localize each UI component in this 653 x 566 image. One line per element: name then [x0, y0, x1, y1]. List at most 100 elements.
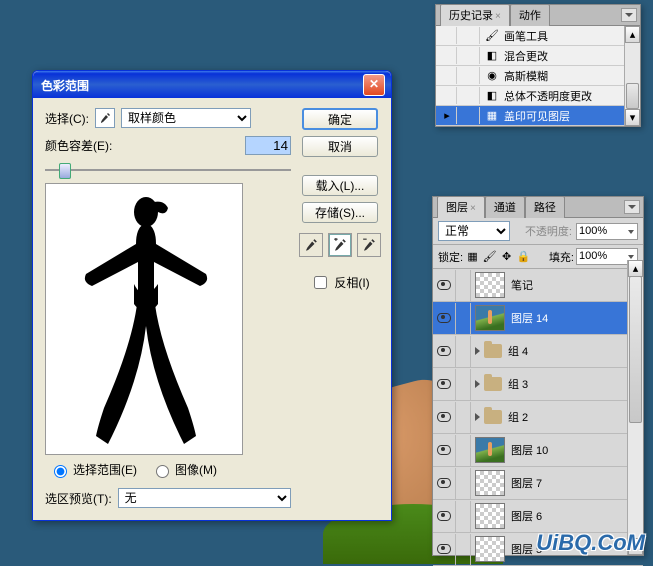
- tab-layers[interactable]: 图层×: [437, 196, 485, 218]
- layer-thumbnail[interactable]: [475, 305, 505, 331]
- visibility-toggle[interactable]: [433, 468, 456, 499]
- scroll-up-icon[interactable]: ▴: [625, 26, 640, 43]
- lock-label: 锁定:: [438, 249, 463, 265]
- watermark: UiBQ.CoM: [536, 530, 645, 556]
- tab-history[interactable]: 历史记录×: [440, 4, 510, 26]
- tab-paths[interactable]: 路径: [525, 196, 565, 218]
- opacity-input[interactable]: 100%: [576, 223, 638, 240]
- invert-checkbox[interactable]: 反相(I): [310, 273, 369, 292]
- eye-icon: [437, 412, 451, 422]
- history-item[interactable]: 🖌画笔工具: [436, 26, 640, 46]
- stamp-icon: ▦: [484, 109, 500, 123]
- visibility-toggle[interactable]: [433, 270, 456, 301]
- visibility-toggle[interactable]: [433, 534, 456, 565]
- selection-preview-select[interactable]: 无: [118, 488, 291, 508]
- history-item[interactable]: ◧混合更改: [436, 46, 640, 66]
- color-range-dialog: 色彩范围 ✕ 选择(C): 取样颜色 颜色容差(E):: [32, 70, 392, 521]
- scroll-up-icon[interactable]: ▴: [628, 260, 643, 277]
- layer-name: 笔记: [511, 277, 533, 293]
- layer-row[interactable]: 图层 7: [433, 467, 643, 500]
- panel-menu-icon[interactable]: [621, 8, 637, 22]
- blur-icon: ◉: [484, 69, 500, 83]
- eye-icon: [437, 379, 451, 389]
- scroll-down-icon[interactable]: ▾: [625, 109, 640, 126]
- dialog-title: 色彩范围: [41, 77, 363, 94]
- visibility-toggle[interactable]: [433, 435, 456, 466]
- visibility-toggle[interactable]: [433, 336, 456, 367]
- chevron-right-icon[interactable]: [475, 380, 480, 388]
- layer-thumbnail[interactable]: [475, 272, 505, 298]
- layer-name: 组 4: [508, 343, 528, 359]
- layers-panel: 图层× 通道 路径 正常 不透明度: 100% 锁定: ▦ 🖌 ✥ 🔒 填充: …: [432, 196, 644, 556]
- chevron-right-icon[interactable]: [475, 347, 480, 355]
- selection-preview-label: 选区预览(T):: [45, 490, 112, 507]
- visibility-toggle[interactable]: [433, 501, 456, 532]
- eyedropper-sample-icon[interactable]: [299, 233, 323, 257]
- layer-row[interactable]: 图层 14: [433, 302, 643, 335]
- chevron-right-icon[interactable]: [475, 413, 480, 421]
- close-icon[interactable]: ✕: [363, 74, 385, 96]
- eye-icon: [437, 544, 451, 554]
- layer-name: 组 2: [508, 409, 528, 425]
- history-item[interactable]: ◉高斯模糊: [436, 66, 640, 86]
- folder-icon: [484, 344, 502, 358]
- history-list: 🖌画笔工具 ◧混合更改 ◉高斯模糊 ◧总体不透明度更改 ▸▦盖印可见图层: [436, 26, 640, 126]
- layer-name: 图层 10: [511, 442, 548, 458]
- layer-thumbnail[interactable]: [475, 503, 505, 529]
- eye-icon: [437, 280, 451, 290]
- brush-icon: 🖌: [484, 29, 500, 43]
- fuzziness-input[interactable]: [245, 136, 291, 155]
- layer-row[interactable]: 组 2: [433, 401, 643, 434]
- lock-position-icon[interactable]: ✥: [499, 249, 514, 264]
- folder-icon: [484, 377, 502, 391]
- lock-all-icon[interactable]: 🔒: [516, 249, 531, 264]
- visibility-toggle[interactable]: [433, 402, 456, 433]
- cancel-button[interactable]: 取消: [302, 136, 378, 157]
- history-item[interactable]: ◧总体不透明度更改: [436, 86, 640, 106]
- radio-image[interactable]: 图像(M): [151, 461, 217, 478]
- slider-thumb[interactable]: [59, 163, 71, 179]
- layer-row[interactable]: 笔记: [433, 269, 643, 302]
- tab-channels[interactable]: 通道: [485, 196, 525, 218]
- opacity-icon: ◧: [484, 89, 500, 103]
- eye-icon: [437, 346, 451, 356]
- layer-name: 图层 6: [511, 508, 542, 524]
- layers-scrollbar[interactable]: ▴ ▾: [627, 260, 643, 555]
- opacity-label: 不透明度:: [525, 223, 572, 239]
- blend-mode-select[interactable]: 正常: [438, 221, 510, 241]
- eyedropper-add-icon[interactable]: [328, 233, 352, 257]
- fill-label: 填充:: [549, 249, 574, 265]
- radio-selection[interactable]: 选择范围(E): [49, 461, 137, 478]
- select-label: 选择(C):: [45, 110, 89, 127]
- load-button[interactable]: 载入(L)...: [302, 175, 378, 196]
- folder-icon: [484, 410, 502, 424]
- save-button[interactable]: 存储(S)...: [302, 202, 378, 223]
- blend-icon: ◧: [484, 49, 500, 63]
- layer-thumbnail[interactable]: [475, 470, 505, 496]
- layer-row[interactable]: 组 4: [433, 335, 643, 368]
- eyedropper-subtract-icon[interactable]: [357, 233, 381, 257]
- history-scrollbar[interactable]: ▴ ▾: [624, 26, 640, 126]
- layer-name: 图层 7: [511, 475, 542, 491]
- visibility-toggle[interactable]: [433, 303, 456, 334]
- lock-paint-icon[interactable]: 🖌: [482, 249, 497, 264]
- layer-row[interactable]: 图层 10: [433, 434, 643, 467]
- eye-icon: [437, 478, 451, 488]
- dialog-titlebar[interactable]: 色彩范围 ✕: [33, 71, 391, 98]
- layer-thumbnail[interactable]: [475, 437, 505, 463]
- tab-actions[interactable]: 动作: [510, 4, 550, 26]
- selection-preview: [45, 183, 243, 455]
- eye-icon: [437, 313, 451, 323]
- sampling-select[interactable]: 取样颜色: [121, 108, 251, 128]
- layer-row[interactable]: 组 3: [433, 368, 643, 401]
- lock-transparency-icon[interactable]: ▦: [465, 249, 480, 264]
- ok-button[interactable]: 确定: [302, 108, 378, 130]
- layer-row[interactable]: 图层 6: [433, 500, 643, 533]
- panel-menu-icon[interactable]: [624, 200, 640, 214]
- visibility-toggle[interactable]: [433, 369, 456, 400]
- eye-icon: [437, 511, 451, 521]
- eye-icon: [437, 445, 451, 455]
- history-item[interactable]: ▸▦盖印可见图层: [436, 106, 640, 126]
- layer-thumbnail[interactable]: [475, 536, 505, 562]
- fuzziness-slider[interactable]: [45, 163, 291, 177]
